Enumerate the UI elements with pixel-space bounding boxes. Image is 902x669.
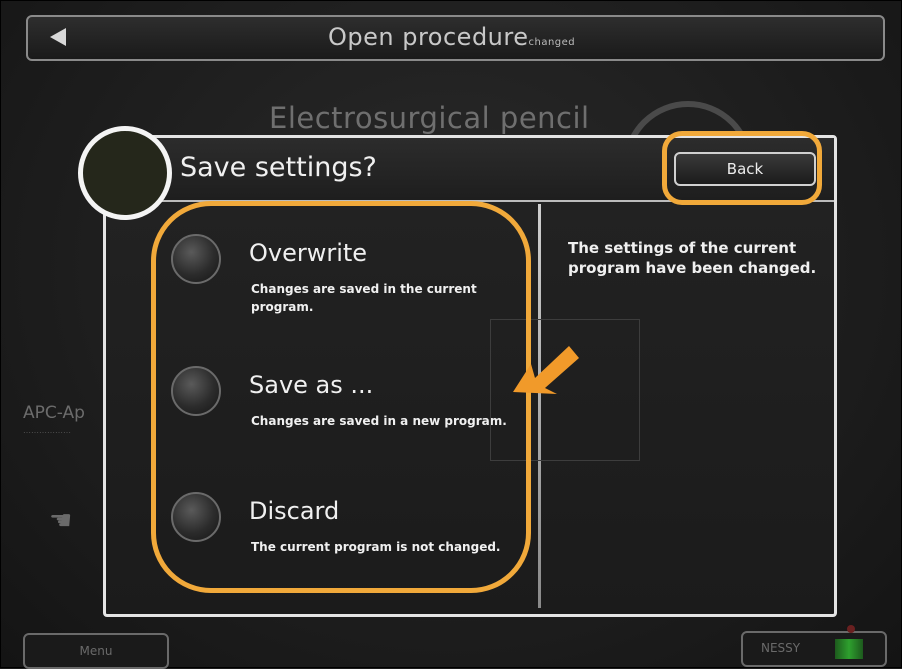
screen-frame: Open procedurechanged Electrosurgical pe… [0, 0, 902, 669]
menu-button[interactable]: Menu [23, 633, 169, 669]
orange-arrow-icon [507, 334, 587, 414]
top-bar: Open procedurechanged [26, 15, 885, 61]
nessy-indicator: NESSY [741, 631, 887, 667]
options-highlight [151, 201, 531, 593]
status-dot [847, 625, 855, 633]
procedure-title: Open procedurechanged [328, 23, 575, 51]
nessy-status-icon [835, 639, 863, 659]
dialog-info-text: The settings of the current program have… [568, 239, 817, 277]
procedure-title-text: Open procedure [328, 23, 529, 51]
background-side-label: APC-Ap [23, 403, 85, 423]
nessy-label: NESSY [761, 641, 801, 655]
back-arrow-icon[interactable] [50, 28, 66, 46]
background-instrument-title: Electrosurgical pencil [269, 101, 590, 135]
dialog-title: Save settings? [180, 152, 377, 183]
procedure-title-suffix: changed [528, 37, 576, 48]
background-side-sublabel: ……………… [23, 426, 71, 435]
dialog-status-circle [78, 126, 172, 220]
back-button-highlight [662, 131, 822, 205]
hand-icon: ☚ [49, 506, 73, 536]
